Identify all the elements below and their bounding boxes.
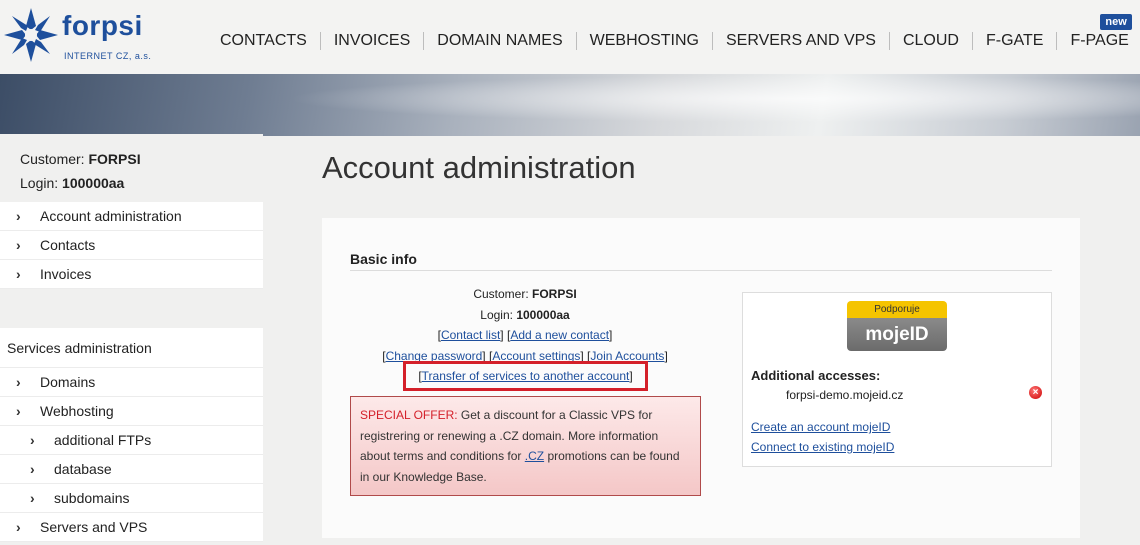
create-mojeid-link[interactable]: Create an account mojeID — [751, 420, 890, 434]
remove-icon[interactable]: × — [1029, 386, 1042, 399]
nav-f-page-label: F-PAGE — [1070, 32, 1129, 49]
sidebar-customer-value: FORPSI — [88, 151, 141, 167]
chevron-right-icon: › — [30, 461, 35, 477]
chevron-right-icon: › — [16, 374, 21, 390]
sidebar-customer-line: Customer: FORPSI — [20, 147, 263, 171]
sidebar-item-label: Servers and VPS — [40, 519, 148, 535]
login-line: Login: 100000aa — [350, 305, 700, 326]
add-contact-link[interactable]: Add a new contact — [510, 328, 609, 342]
sidebar-customer-info: Customer: FORPSI Login: 100000aa — [0, 134, 263, 202]
sidebar-login-line: Login: 100000aa — [20, 171, 263, 195]
chevron-right-icon: › — [30, 490, 35, 506]
brand-subtitle: INTERNET CZ, a.s. — [64, 51, 152, 61]
sidebar-item-contacts[interactable]: › Contacts — [0, 231, 263, 260]
nav-contacts[interactable]: CONTACTS — [207, 32, 321, 50]
additional-accesses-heading: Additional accesses: — [751, 368, 881, 383]
sidebar-item-additional-ftps[interactable]: › additional FTPs — [0, 426, 263, 455]
section-title: Basic info — [350, 251, 417, 267]
basic-info-panel: Basic info Customer: FORPSI Login: 10000… — [322, 218, 1080, 538]
sidebar-item-label: Account administration — [40, 208, 182, 224]
forpsi-star-icon — [4, 8, 58, 62]
sidebar-item-label: Invoices — [40, 266, 92, 282]
sidebar-login-label: Login: — [20, 175, 59, 191]
sidebar-item-servers-and-vps[interactable]: › Servers and VPS — [0, 513, 263, 542]
chevron-right-icon: › — [30, 432, 35, 448]
nav-invoices[interactable]: INVOICES — [321, 32, 425, 50]
chevron-right-icon: › — [16, 237, 21, 253]
account-info: Customer: FORPSI Login: 100000aa [Contac… — [350, 284, 700, 366]
mojeid-box: Podporuje mojeID Additional accesses: fo… — [742, 292, 1052, 467]
top-bar: forpsi INTERNET CZ, a.s. CONTACTS INVOIC… — [0, 0, 1140, 74]
sidebar-item-label: Domains — [40, 374, 96, 390]
nav-servers-and-vps[interactable]: SERVERS AND VPS — [713, 32, 890, 50]
login-value: 100000aa — [516, 307, 570, 322]
services-menu: › Domains › Webhosting › additional FTPs › d… — [0, 368, 263, 542]
sidebar-item-label: Contacts — [40, 237, 96, 253]
sidebar-item-domains[interactable]: › Domains — [0, 368, 263, 397]
nav-domain-names[interactable]: DOMAIN NAMES — [424, 32, 577, 50]
sidebar: Customer: FORPSI Login: 100000aa › Accoun… — [0, 134, 263, 542]
forpsi-logo[interactable]: forpsi INTERNET CZ, a.s. — [0, 4, 170, 68]
cz-link[interactable]: .CZ — [525, 449, 544, 463]
chevron-right-icon: › — [16, 208, 21, 224]
customer-value: FORPSI — [532, 287, 577, 301]
new-badge: new — [1100, 14, 1132, 30]
connect-mojeid-link[interactable]: Connect to existing mojeID — [751, 440, 894, 454]
chevron-right-icon: › — [16, 519, 21, 535]
sidebar-item-account-administration[interactable]: › Account administration — [0, 202, 263, 231]
mojeid-badge-top: Podporuje — [847, 301, 947, 318]
sidebar-item-label: additional FTPs — [54, 432, 152, 448]
nav-webhosting[interactable]: WEBHOSTING — [577, 32, 713, 50]
sidebar-item-label: subdomains — [54, 490, 130, 506]
page-title: Account administration — [322, 150, 636, 185]
login-label: Login: — [480, 307, 513, 322]
sidebar-item-label: database — [54, 461, 112, 477]
section-divider — [350, 270, 1052, 271]
transfer-highlight: [Transfer of services to another account… — [403, 361, 648, 391]
chevron-right-icon: › — [16, 266, 21, 282]
customer-line: Customer: FORPSI — [350, 284, 700, 305]
mojeid-logo: Podporuje mojeID — [847, 301, 947, 351]
offer-highlight: SPECIAL OFFER: — [360, 408, 458, 422]
nav-f-page[interactable]: F-PAGE new — [1057, 14, 1140, 50]
header-banner — [0, 74, 1140, 136]
chevron-right-icon: › — [16, 403, 21, 419]
brand-name: forpsi — [62, 10, 143, 41]
contact-list-link[interactable]: Contact list — [441, 328, 500, 342]
sidebar-gap — [0, 289, 263, 328]
sidebar-item-invoices[interactable]: › Invoices — [0, 260, 263, 289]
services-heading: Services administration — [0, 328, 263, 368]
mojeid-badge-bottom: mojeID — [847, 318, 947, 351]
sidebar-item-webhosting[interactable]: › Webhosting — [0, 397, 263, 426]
main-nav: CONTACTS INVOICES DOMAIN NAMES WEBHOSTIN… — [207, 14, 1140, 50]
sidebar-customer-label: Customer: — [20, 151, 85, 167]
sidebar-item-label: Webhosting — [40, 403, 114, 419]
sidebar-item-database[interactable]: › database — [0, 455, 263, 484]
nav-f-gate[interactable]: F-GATE — [973, 32, 1058, 50]
nav-cloud[interactable]: CLOUD — [890, 32, 973, 50]
sidebar-item-subdomains[interactable]: › subdomains — [0, 484, 263, 513]
sidebar-login-value: 100000aa — [62, 175, 125, 191]
customer-label: Customer: — [473, 287, 529, 301]
mojeid-account: forpsi-demo.mojeid.cz — [786, 388, 904, 402]
transfer-services-link[interactable]: Transfer of services to another account — [422, 369, 630, 383]
account-menu: › Account administration › Contacts › Invoi… — [0, 202, 263, 289]
contact-links: [Contact list] [Add a new contact] — [437, 328, 613, 342]
special-offer-box: SPECIAL OFFER: Get a discount for a Clas… — [350, 396, 701, 496]
